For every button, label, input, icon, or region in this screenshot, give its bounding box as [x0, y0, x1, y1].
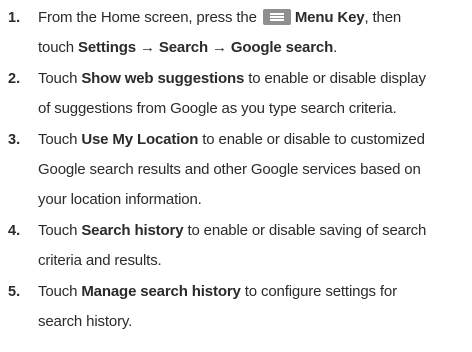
- instruction-list: 1. From the Home screen, press the Menu …: [0, 0, 472, 352]
- step-text: Touch: [38, 70, 78, 87]
- step-text: to enable or disable to customized: [202, 131, 425, 148]
- step-text-line: Touch Use My Location to enable or disab…: [38, 130, 425, 150]
- step-text: Google search results and other Google s…: [38, 161, 421, 178]
- step-text-line: From the Home screen, press the Menu Key…: [38, 8, 401, 28]
- step-text: Touch: [38, 222, 78, 239]
- step-text: of suggestions from Google as you type s…: [38, 100, 397, 117]
- menu-key-label: Menu Key: [294, 9, 365, 26]
- step-text: search history.: [38, 313, 133, 330]
- step-number: 3.: [8, 132, 21, 148]
- step-text: Touch: [38, 131, 78, 148]
- setting-name: Use My Location: [81, 131, 199, 148]
- step-text: criteria and results.: [38, 252, 162, 269]
- step-number: 1.: [8, 10, 21, 26]
- step-number: 5.: [8, 284, 21, 300]
- step-text-line: of suggestions from Google as you type s…: [38, 99, 397, 119]
- step-text-line: criteria and results.: [38, 251, 162, 271]
- step-number: 4.: [8, 223, 21, 239]
- step-number: 2.: [8, 71, 21, 87]
- step-text-line: Touch Search history to enable or disabl…: [38, 221, 426, 241]
- step-text: From the Home screen, press the: [38, 9, 257, 26]
- step-text: to configure settings for: [244, 283, 397, 300]
- settings-path: Settings → Search → Google search: [77, 39, 334, 56]
- setting-name: Show web suggestions: [81, 70, 245, 87]
- step-text-line: Google search results and other Google s…: [38, 160, 421, 180]
- step-text: touch: [38, 39, 74, 56]
- step-text: to enable or disable saving of search: [187, 222, 427, 239]
- setting-name: Search history: [81, 222, 184, 239]
- step-text: , then: [364, 9, 402, 26]
- setting-name: Manage search history: [81, 283, 241, 300]
- step-text-line: touch Settings → Search → Google search.: [38, 38, 337, 58]
- menu-key-icon: [262, 9, 291, 25]
- step-text: your location information.: [38, 191, 202, 208]
- step-text: Touch: [38, 283, 78, 300]
- step-text-line: Touch Manage search history to configure…: [38, 282, 397, 302]
- step-text: .: [333, 39, 338, 56]
- step-text: to enable or disable display: [248, 70, 426, 87]
- step-text-line: your location information.: [38, 190, 202, 210]
- step-text-line: Touch Show web suggestions to enable or …: [38, 69, 426, 89]
- step-text-line: search history.: [38, 312, 132, 332]
